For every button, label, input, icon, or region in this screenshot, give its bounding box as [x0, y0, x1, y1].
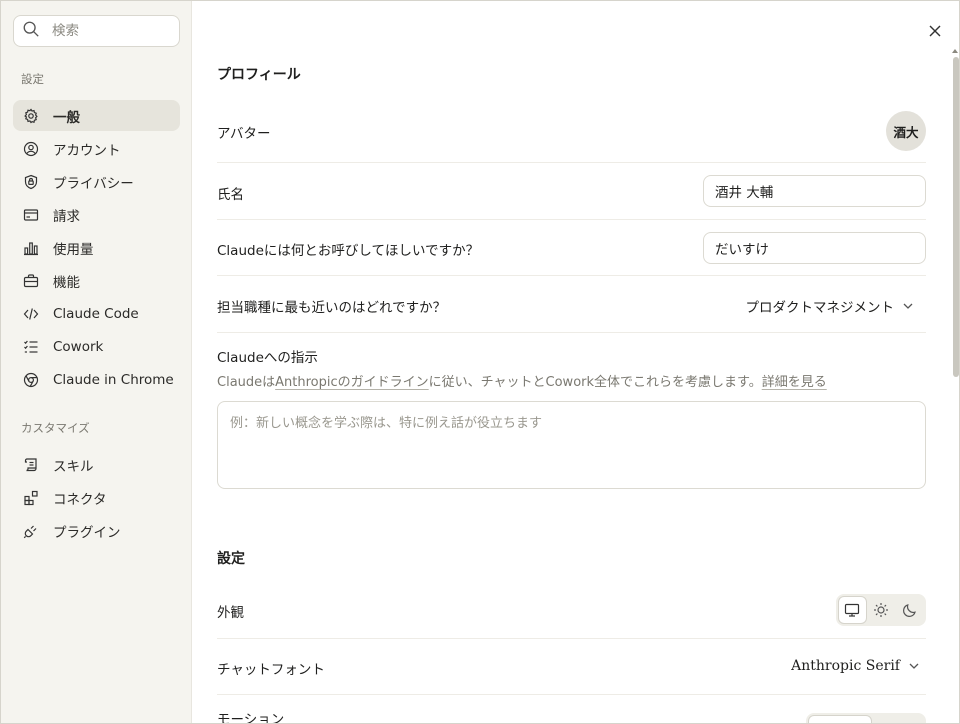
section-label-customize: カスタマイズ: [21, 421, 90, 435]
sidebar-item-connectors[interactable]: コネクタ: [13, 482, 180, 513]
settings-heading: 設定: [217, 551, 245, 567]
sidebar-item-label: 請求: [53, 208, 80, 225]
sidebar-item-claude-in-chrome[interactable]: Claude in Chrome: [13, 364, 180, 395]
nickname-input[interactable]: だいすけ: [703, 232, 926, 264]
profile-heading: プロフィール: [217, 67, 301, 83]
motion-label: モーション: [217, 712, 285, 724]
chevron-down-icon: [909, 663, 919, 669]
scroll-up-arrow[interactable]: [952, 49, 958, 53]
section-label-settings: 設定: [21, 72, 44, 86]
sidebar-item-label: 使用量: [53, 241, 94, 258]
name-row: 氏名 酒井 大輔: [217, 163, 926, 220]
chat-font-value: Anthropic Serif: [791, 658, 900, 674]
name-input[interactable]: 酒井 大輔: [703, 175, 926, 207]
user-circle-icon: [23, 141, 39, 157]
role-value: プロダクトマネジメント: [745, 300, 895, 316]
sidebar-item-privacy[interactable]: プライバシー: [13, 166, 180, 197]
chat-font-label: チャットフォント: [217, 662, 325, 678]
sidebar-item-label: アカウント: [53, 142, 121, 159]
chevron-down-icon: [903, 303, 913, 309]
theme-light-button[interactable]: [867, 596, 896, 624]
appearance-label: 外観: [217, 605, 244, 621]
chat-font-dropdown[interactable]: Anthropic Serif: [791, 658, 920, 674]
close-button[interactable]: [925, 21, 945, 41]
role-label: 担当職種に最も近いのはどれですか？: [217, 300, 447, 316]
sidebar-item-usage[interactable]: 使用量: [13, 232, 180, 263]
sidebar-item-label: 機能: [53, 274, 80, 291]
instructions-description: ClaudeはAnthropicのガイドラインに従い、チャットとCowork全体…: [217, 371, 827, 390]
credit-card-icon: [23, 207, 39, 223]
checklist-icon: [23, 339, 39, 355]
settings-window: 設定 一般 アカウント プライバシー 請求: [0, 0, 960, 724]
search-box[interactable]: [13, 15, 180, 47]
monitor-icon: [845, 603, 860, 617]
theme-dark-button[interactable]: [895, 596, 924, 624]
sidebar-item-label: プライバシー: [53, 175, 134, 192]
moon-icon: [902, 604, 916, 617]
sidebar-item-label: プラグイン: [53, 524, 121, 541]
sidebar-item-label: 一般: [53, 109, 80, 126]
sidebar-item-plugins[interactable]: プラグイン: [13, 515, 180, 546]
scroll-icon: [23, 457, 39, 473]
sidebar-item-label: Claude Code: [53, 305, 139, 322]
close-icon: [929, 25, 941, 37]
sun-icon: [874, 603, 889, 617]
avatar[interactable]: 酒大: [886, 111, 926, 151]
instructions-text: Claudeは: [217, 375, 276, 390]
nickname-label: Claudeには何とお呼びしてほしいですか？: [217, 243, 480, 259]
learn-more-link[interactable]: 詳細を見る: [762, 375, 827, 390]
appearance-toggle[interactable]: [836, 594, 926, 626]
instructions-label: Claudeへの指示: [217, 350, 318, 366]
sidebar-item-claude-code[interactable]: Claude Code: [13, 298, 180, 329]
settings-main: プロフィール アバター 酒大 氏名 酒井 大輔 Claudeには何とお呼びしてほ…: [193, 1, 959, 724]
sidebar-item-billing[interactable]: 請求: [13, 199, 180, 230]
sidebar: 設定 一般 アカウント プライバシー 請求: [1, 1, 192, 723]
sidebar-item-general[interactable]: 一般: [13, 100, 180, 131]
nickname-row: Claudeには何とお呼びしてほしいですか？ だいすけ: [217, 220, 926, 276]
role-dropdown[interactable]: プロダクトマネジメント: [746, 296, 915, 316]
sidebar-item-account[interactable]: アカウント: [13, 133, 180, 164]
sidebar-item-cowork[interactable]: Cowork: [13, 331, 180, 362]
sidebar-item-skills[interactable]: スキル: [13, 449, 180, 480]
shield-lock-icon: [23, 174, 39, 190]
avatar-row: アバター 酒大: [217, 104, 926, 163]
bar-chart-icon: [23, 240, 39, 256]
connector-icon: [23, 490, 39, 506]
search-icon: [22, 20, 40, 42]
scrollbar-thumb[interactable]: [953, 57, 959, 377]
instructions-text: に従い、チャットとCowork全体でこれらを考慮します。: [428, 375, 762, 390]
search-input[interactable]: [52, 23, 162, 39]
code-icon: [23, 306, 39, 322]
guidelines-link[interactable]: Anthropicのガイドライン: [275, 375, 429, 390]
name-label: 氏名: [217, 187, 244, 203]
sidebar-item-label: スキル: [53, 458, 94, 475]
sidebar-item-label: コネクタ: [53, 491, 107, 508]
motion-option-selected[interactable]: [808, 715, 872, 723]
chat-font-row: チャットフォント Anthropic Serif: [217, 639, 926, 695]
avatar-label: アバター: [217, 126, 271, 142]
instructions-textarea[interactable]: 例：新しい概念を学ぶ際は、特に例え話が役立ちます: [217, 401, 926, 489]
briefcase-icon: [23, 273, 39, 289]
plug-icon: [23, 523, 39, 539]
gear-icon: [23, 108, 39, 124]
motion-toggle[interactable]: [806, 713, 926, 723]
appearance-row: 外観: [217, 584, 926, 639]
sidebar-item-features[interactable]: 機能: [13, 265, 180, 296]
role-row: 担当職種に最も近いのはどれですか？ プロダクトマネジメント: [217, 276, 926, 333]
chrome-icon: [23, 372, 39, 388]
theme-system-button[interactable]: [838, 596, 867, 624]
sidebar-item-label: Cowork: [53, 338, 104, 355]
sidebar-item-label: Claude in Chrome: [53, 371, 174, 388]
